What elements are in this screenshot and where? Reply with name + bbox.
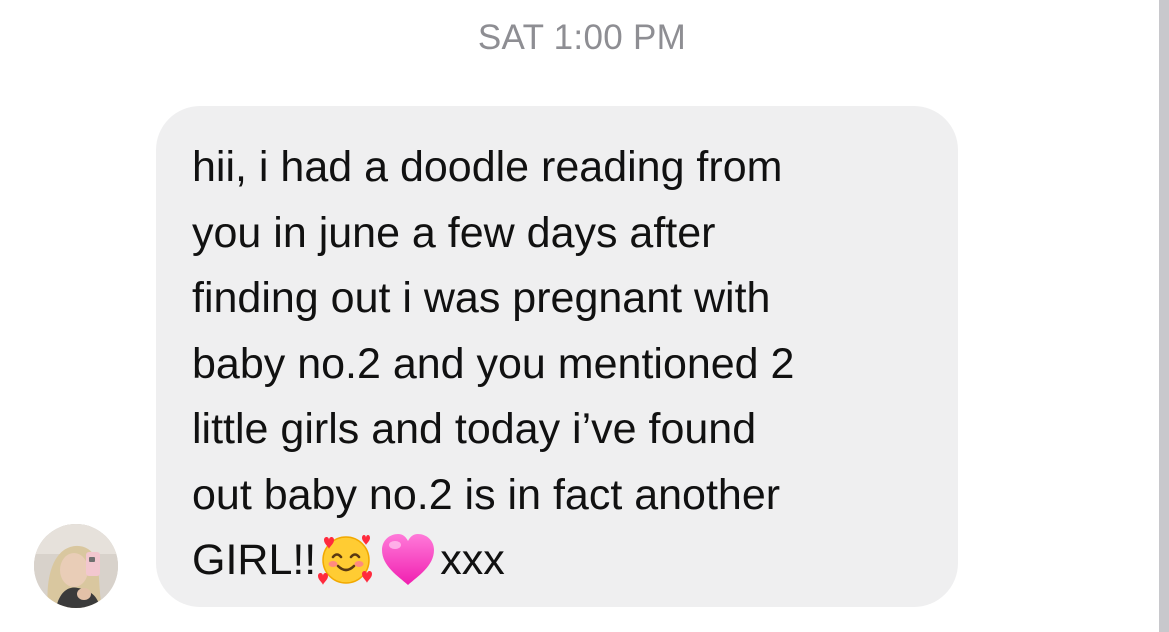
message-text-girl: GIRL!! [192,536,317,584]
window-edge [1159,0,1169,632]
pink-heart-emoji-icon [376,530,440,590]
message-line-last: GIRL!! xxx [192,528,942,594]
message-text: hii, i had a doodle reading from you in … [192,135,942,594]
message-line: baby no.2 and you mentioned 2 [192,339,795,388]
message-line: little girls and today i’ve found [192,405,757,453]
message-text-xxx: xxx [440,536,505,584]
message-line: you in june a few days after [192,208,716,257]
message-timestamp: SAT 1:00 PM [477,18,687,57]
message-line: out baby no.2 is in fact another [192,470,781,519]
sender-avatar[interactable] [34,524,118,608]
profile-photo-icon [34,524,118,608]
smiling-face-with-hearts-emoji-icon [316,530,376,590]
message-line: finding out i was pregnant with [192,274,771,322]
message-line: hii, i had a doodle reading from [192,143,783,191]
